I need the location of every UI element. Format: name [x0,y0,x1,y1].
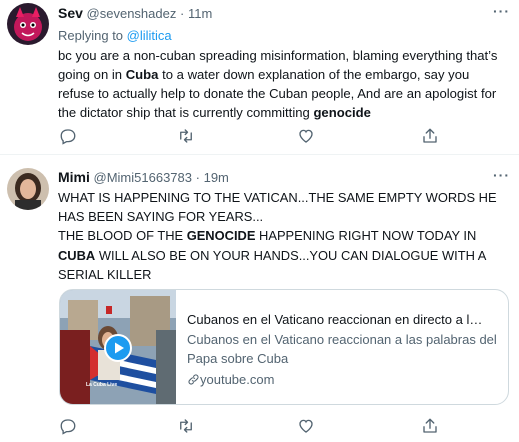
card-domain: youtube.com [187,371,497,389]
tweet[interactable]: Mimi @Mimi51663783 · 19m ··· WHAT IS HAP… [0,156,519,442]
avatar-image [7,3,49,45]
card-body[interactable]: Cubanos en el Vaticano reaccionan en dir… [187,311,497,389]
tweet-header: Mimi @Mimi51663783 · 19m [58,169,509,189]
more-icon[interactable]: ··· [493,168,510,182]
more-icon[interactable]: ··· [493,4,510,18]
card-domain-text: youtube.com [200,372,275,387]
tweet-text-highlight: genocide [313,105,371,120]
tweet-text-part: HAPPENING RIGHT NOW TODAY IN [255,228,477,244]
tweet-text-line: THE BLOOD OF THE GENOCIDE HAPPENING RIGH… [58,226,508,284]
tweet-text: WHAT IS HAPPENING TO THE VATICAN...THE S… [58,188,508,284]
tweet-header: Sev @sevenshadez · 11m [58,5,509,25]
display-name[interactable]: Mimi [58,169,90,185]
tweet-actions [58,127,438,145]
like-icon[interactable] [297,417,315,435]
separator: · [195,170,200,185]
tweet-text-highlight: CUBA [58,247,96,263]
like-icon[interactable] [297,127,315,145]
user-handle[interactable]: @sevenshadez [87,6,177,21]
link-icon [188,374,199,385]
card-title: Cubanos en el Vaticano reaccionan en dir… [187,312,483,327]
user-handle[interactable]: @Mimi51663783 [94,170,192,185]
avatar[interactable] [7,168,49,210]
share-icon[interactable] [421,127,439,145]
retweet-icon[interactable] [177,127,195,145]
avatar[interactable] [7,3,49,45]
retweet-icon[interactable] [177,417,195,435]
tweet-text-highlight: Cuba [125,67,159,82]
tweet-text: bc you are a non-cuban spreading misinfo… [58,46,508,122]
tweet[interactable]: Sev @sevenshadez · 11m ··· Replying to @… [0,0,519,155]
link-card[interactable]: La Cuba Live Cubanos en el Vaticano reac… [59,289,509,405]
share-icon[interactable] [421,417,439,435]
replying-to: Replying to @lilitica [58,28,172,43]
tweet-actions [58,417,438,435]
timestamp[interactable]: 11m [188,6,212,21]
card-thumbnail[interactable]: La Cuba Live [60,290,176,404]
replying-prefix: Replying to [58,28,127,43]
play-icon[interactable] [104,334,132,362]
display-name[interactable]: Sev [58,5,83,21]
reply-icon[interactable] [59,127,77,145]
tweet-text-part: WILL ALSO BE ON YOUR HANDS...YOU CAN DIA… [58,247,486,282]
tweet-text-line: WHAT IS HAPPENING TO THE VATICAN...THE S… [58,190,497,225]
timestamp[interactable]: 19m [204,170,229,185]
card-description: Cubanos en el Vaticano reaccionan a las … [187,332,497,366]
replying-to-link[interactable]: @lilitica [127,28,172,43]
tweet-text-highlight: GENOCIDE [186,228,256,244]
tweet-text-part: THE BLOOD OF THE [58,228,187,244]
thumbnail-caption: La Cuba Live [86,382,118,388]
reply-icon[interactable] [59,417,77,435]
separator: · [179,6,185,21]
avatar-image [7,168,49,210]
